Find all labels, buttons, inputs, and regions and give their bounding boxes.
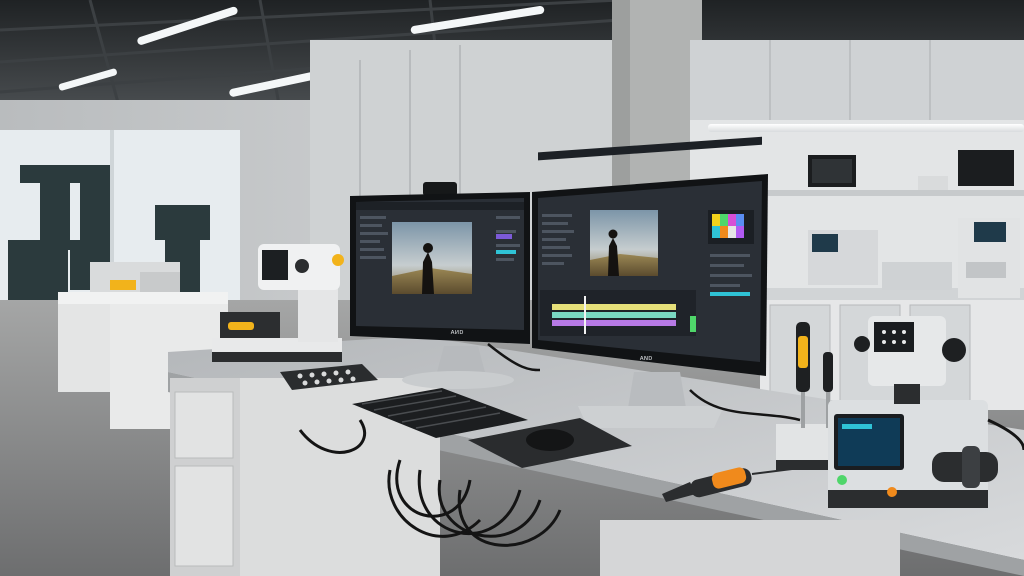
right-monitor-badge: ᴀɴᴅ	[640, 354, 653, 362]
left-monitor-badge: ᴀᴎᴅ	[451, 328, 464, 336]
color-swatch-panel	[708, 210, 754, 244]
mouse-icon	[526, 429, 574, 451]
lab-workstation-scene: ᴀᴎᴅ ᴀɴᴅ	[0, 0, 1024, 576]
shelf-light	[708, 124, 1024, 132]
timeline	[540, 290, 696, 336]
scene-illustration: ᴀᴎᴅ ᴀɴᴅ	[0, 0, 1024, 576]
bench-instrument	[90, 262, 180, 292]
